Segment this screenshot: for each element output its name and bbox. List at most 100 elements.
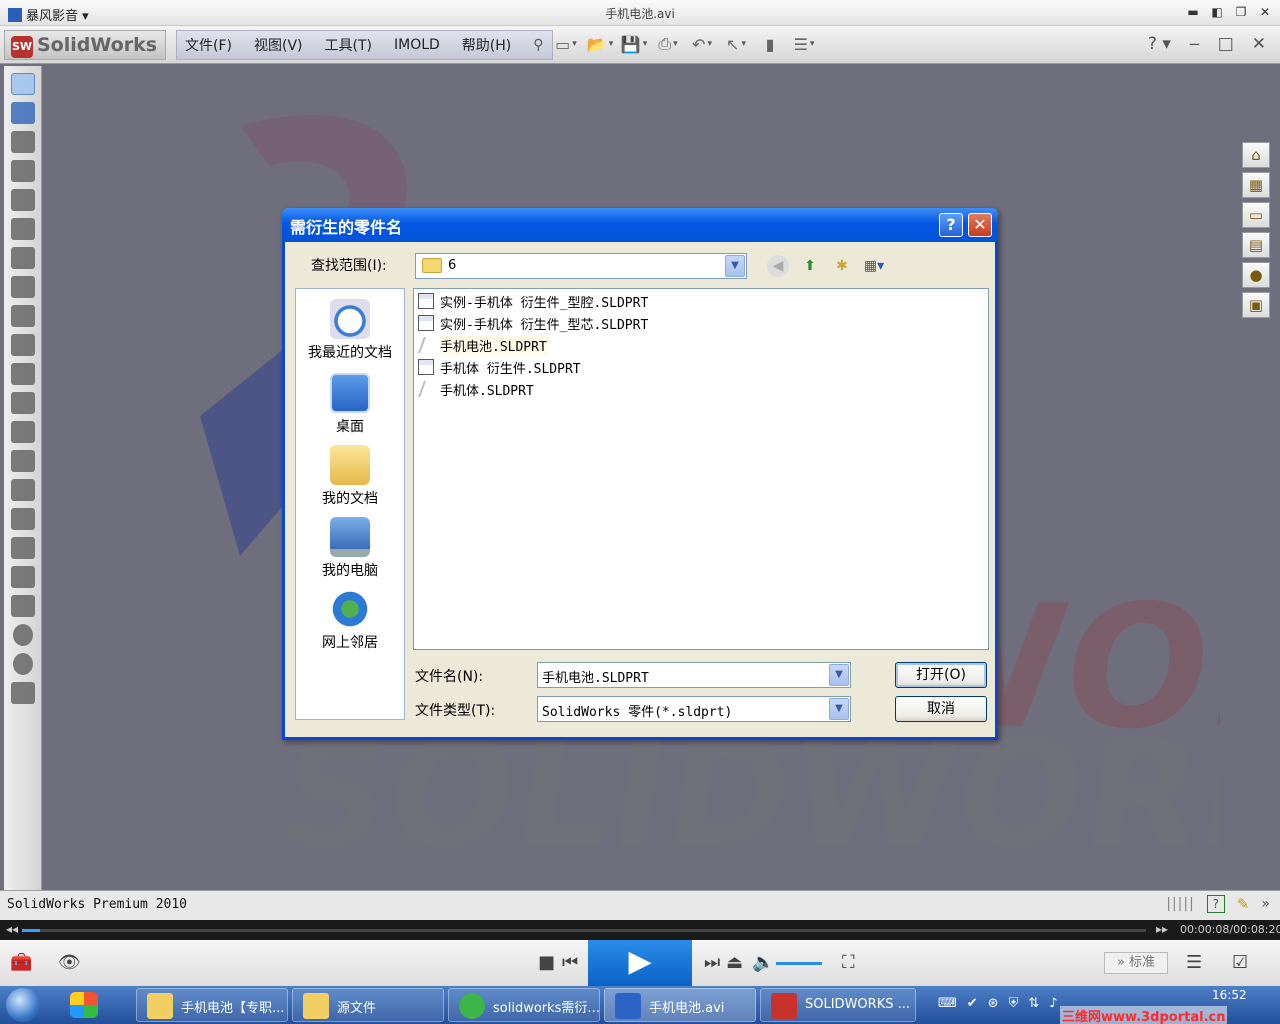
look-in-dropdown[interactable]: 6 ▼ [415, 253, 747, 279]
previous-icon[interactable]: ⏮ [562, 952, 578, 973]
keyboard-icon[interactable]: ⌨ [938, 996, 957, 1011]
place-my-computer[interactable]: 我的电脑 [296, 517, 404, 580]
status-tag-icon[interactable]: ✎ [1237, 895, 1250, 913]
open-button[interactable]: 打开(O) [895, 662, 987, 688]
maximize-icon[interactable]: □ [1218, 34, 1234, 54]
toolbar-item-sphere[interactable] [12, 624, 33, 646]
shield-icon[interactable]: ⛨ [1009, 996, 1019, 1011]
place-recent-documents[interactable]: 我最近的文档 [296, 299, 404, 362]
toolbar-item-block[interactable] [10, 508, 35, 530]
taskbar-item-solidworks[interactable]: SOLIDWORKS ... [760, 988, 916, 1022]
toolbar-item-pencil[interactable] [10, 363, 35, 385]
toolbar-item-grid[interactable] [10, 421, 35, 443]
quality-mode-button[interactable]: » 标准 [1104, 952, 1168, 974]
chevron-down-icon[interactable]: ▼ [829, 664, 849, 686]
undo-icon[interactable]: ↶ [692, 34, 712, 54]
taskbar-item-browser[interactable]: solidworks需衍... [448, 988, 600, 1022]
list-item[interactable]: 实例-手机体 衍生件_型腔.SLDPRT [418, 291, 648, 311]
filename-field[interactable]: 手机电池.SLDPRT ▼ [537, 662, 851, 688]
minimize-icon[interactable]: ‒ [1189, 34, 1200, 54]
chat-icon[interactable]: ▬ [1184, 4, 1202, 20]
fullscreen-icon[interactable]: ⛶ [842, 952, 855, 973]
eject-icon[interactable]: ⏏ [726, 952, 743, 973]
dialog-close-button[interactable]: ✕ [968, 213, 992, 237]
toolbar-item-tools[interactable] [10, 566, 35, 588]
up-folder-icon[interactable]: ⬆ [799, 255, 821, 277]
menu-tools[interactable]: 工具(T) [325, 35, 372, 55]
pin-icon[interactable]: ⚲ [533, 37, 543, 53]
quick-launch-icon[interactable] [70, 992, 98, 1018]
toolbar-item-camera[interactable] [10, 537, 35, 559]
new-folder-icon[interactable]: ✱ [831, 255, 853, 277]
place-desktop[interactable]: 桌面 [296, 373, 404, 436]
chevron-down-icon[interactable]: ▼ [725, 255, 745, 277]
player-close-icon[interactable]: ✕ [1256, 4, 1274, 20]
taskbar-item-source-folder[interactable]: 源文件 [292, 988, 444, 1022]
chevron-down-icon[interactable]: ▼ [829, 698, 849, 720]
help-icon[interactable]: ? ▾ [1148, 34, 1171, 54]
network-icon[interactable]: ⇅ [1028, 996, 1039, 1011]
home-icon[interactable]: ⌂ [1242, 142, 1270, 168]
settings-check-icon[interactable]: ☑ [1232, 952, 1248, 973]
toolbar-item-info[interactable] [12, 653, 33, 675]
list-item[interactable]: 手机体.SLDPRT [418, 379, 534, 399]
toolbar-item-lines[interactable] [10, 276, 35, 298]
toolbar-item-frame[interactable] [10, 392, 35, 414]
fast-forward-icon[interactable]: ▸▸ [1156, 922, 1168, 936]
view-palette-icon[interactable]: ▤ [1242, 232, 1270, 258]
speaker-icon[interactable]: ♪ [1049, 996, 1057, 1011]
toolbox-icon[interactable]: 🧰 [10, 952, 32, 973]
place-my-documents[interactable]: 我的文档 [296, 445, 404, 508]
views-menu-icon[interactable]: ▦▾ [863, 255, 885, 277]
save-icon[interactable]: 💾 [621, 34, 644, 54]
taskbar-item-player[interactable]: 手机电池.avi [604, 988, 756, 1022]
toolbar-item-table[interactable] [10, 479, 35, 501]
new-document-icon[interactable]: ▭ [555, 34, 576, 54]
toolbar-item-save[interactable] [10, 131, 35, 153]
dialog-titlebar[interactable]: 需衍生的零件名 ? ✕ [282, 208, 998, 242]
design-library-icon[interactable]: ▦ [1242, 172, 1270, 198]
seek-bar[interactable] [22, 929, 1146, 932]
skin-icon[interactable]: ◧ [1208, 4, 1226, 20]
toolbar-item-wrench[interactable] [10, 334, 35, 356]
status-help-icon[interactable]: ? [1206, 895, 1225, 913]
restore-icon[interactable]: ❐ [1232, 4, 1250, 20]
toolbar-item-text[interactable] [10, 450, 35, 472]
toolbar-item-sketch[interactable] [10, 73, 35, 95]
rebuild-icon[interactable]: ▮ [760, 34, 780, 54]
menu-view[interactable]: 视图(V) [254, 35, 303, 55]
select-icon[interactable]: ↖ [726, 34, 746, 54]
file-explorer-icon[interactable]: ▭ [1242, 202, 1270, 228]
menu-file[interactable]: 文件(F) [185, 35, 232, 55]
place-network[interactable]: 网上邻居 [296, 589, 404, 652]
toolbar-item-open[interactable] [10, 102, 35, 124]
close-icon[interactable]: ✕ [1252, 34, 1266, 54]
next-icon[interactable]: ⏭ [704, 952, 720, 973]
play-button[interactable]: ▶ [588, 940, 692, 986]
rewind-icon[interactable]: ◂◂ [6, 922, 18, 936]
dialog-help-button[interactable]: ? [939, 213, 963, 237]
filetype-dropdown[interactable]: SolidWorks 零件(*.sldprt) ▼ [537, 696, 851, 722]
status-more-icon[interactable]: » [1261, 896, 1270, 912]
back-icon[interactable]: ◀ [767, 255, 789, 277]
options-icon[interactable]: ☰ [794, 34, 814, 54]
start-button[interactable] [6, 988, 40, 1022]
appearances-icon[interactable]: ● [1242, 262, 1270, 288]
stop-icon[interactable]: ■ [538, 952, 555, 973]
toolbar-item-measure[interactable] [10, 595, 35, 617]
print-icon[interactable]: ⎙ [658, 34, 678, 54]
volume-slider[interactable] [776, 962, 822, 965]
antivirus-icon[interactable]: ⊛ [988, 996, 999, 1011]
toolbar-item-columns[interactable] [10, 305, 35, 327]
custom-properties-icon[interactable]: ▣ [1242, 292, 1270, 318]
toolbar-item-properties[interactable] [10, 682, 35, 704]
clock[interactable]: 16:52 [1212, 988, 1247, 1002]
eye-icon[interactable]: 👁 [58, 952, 81, 973]
toolbar-item-mold[interactable] [10, 189, 35, 211]
toolbar-item-features[interactable] [10, 160, 35, 182]
list-item[interactable]: 手机体 衍生件.SLDPRT [418, 357, 581, 377]
toolbar-item-split[interactable] [10, 247, 35, 269]
list-item[interactable]: 实例-手机体 衍生件_型芯.SLDPRT [418, 313, 648, 333]
list-item[interactable]: 手机电池.SLDPRT [418, 335, 547, 355]
menu-imold[interactable]: IMOLD [394, 37, 440, 53]
